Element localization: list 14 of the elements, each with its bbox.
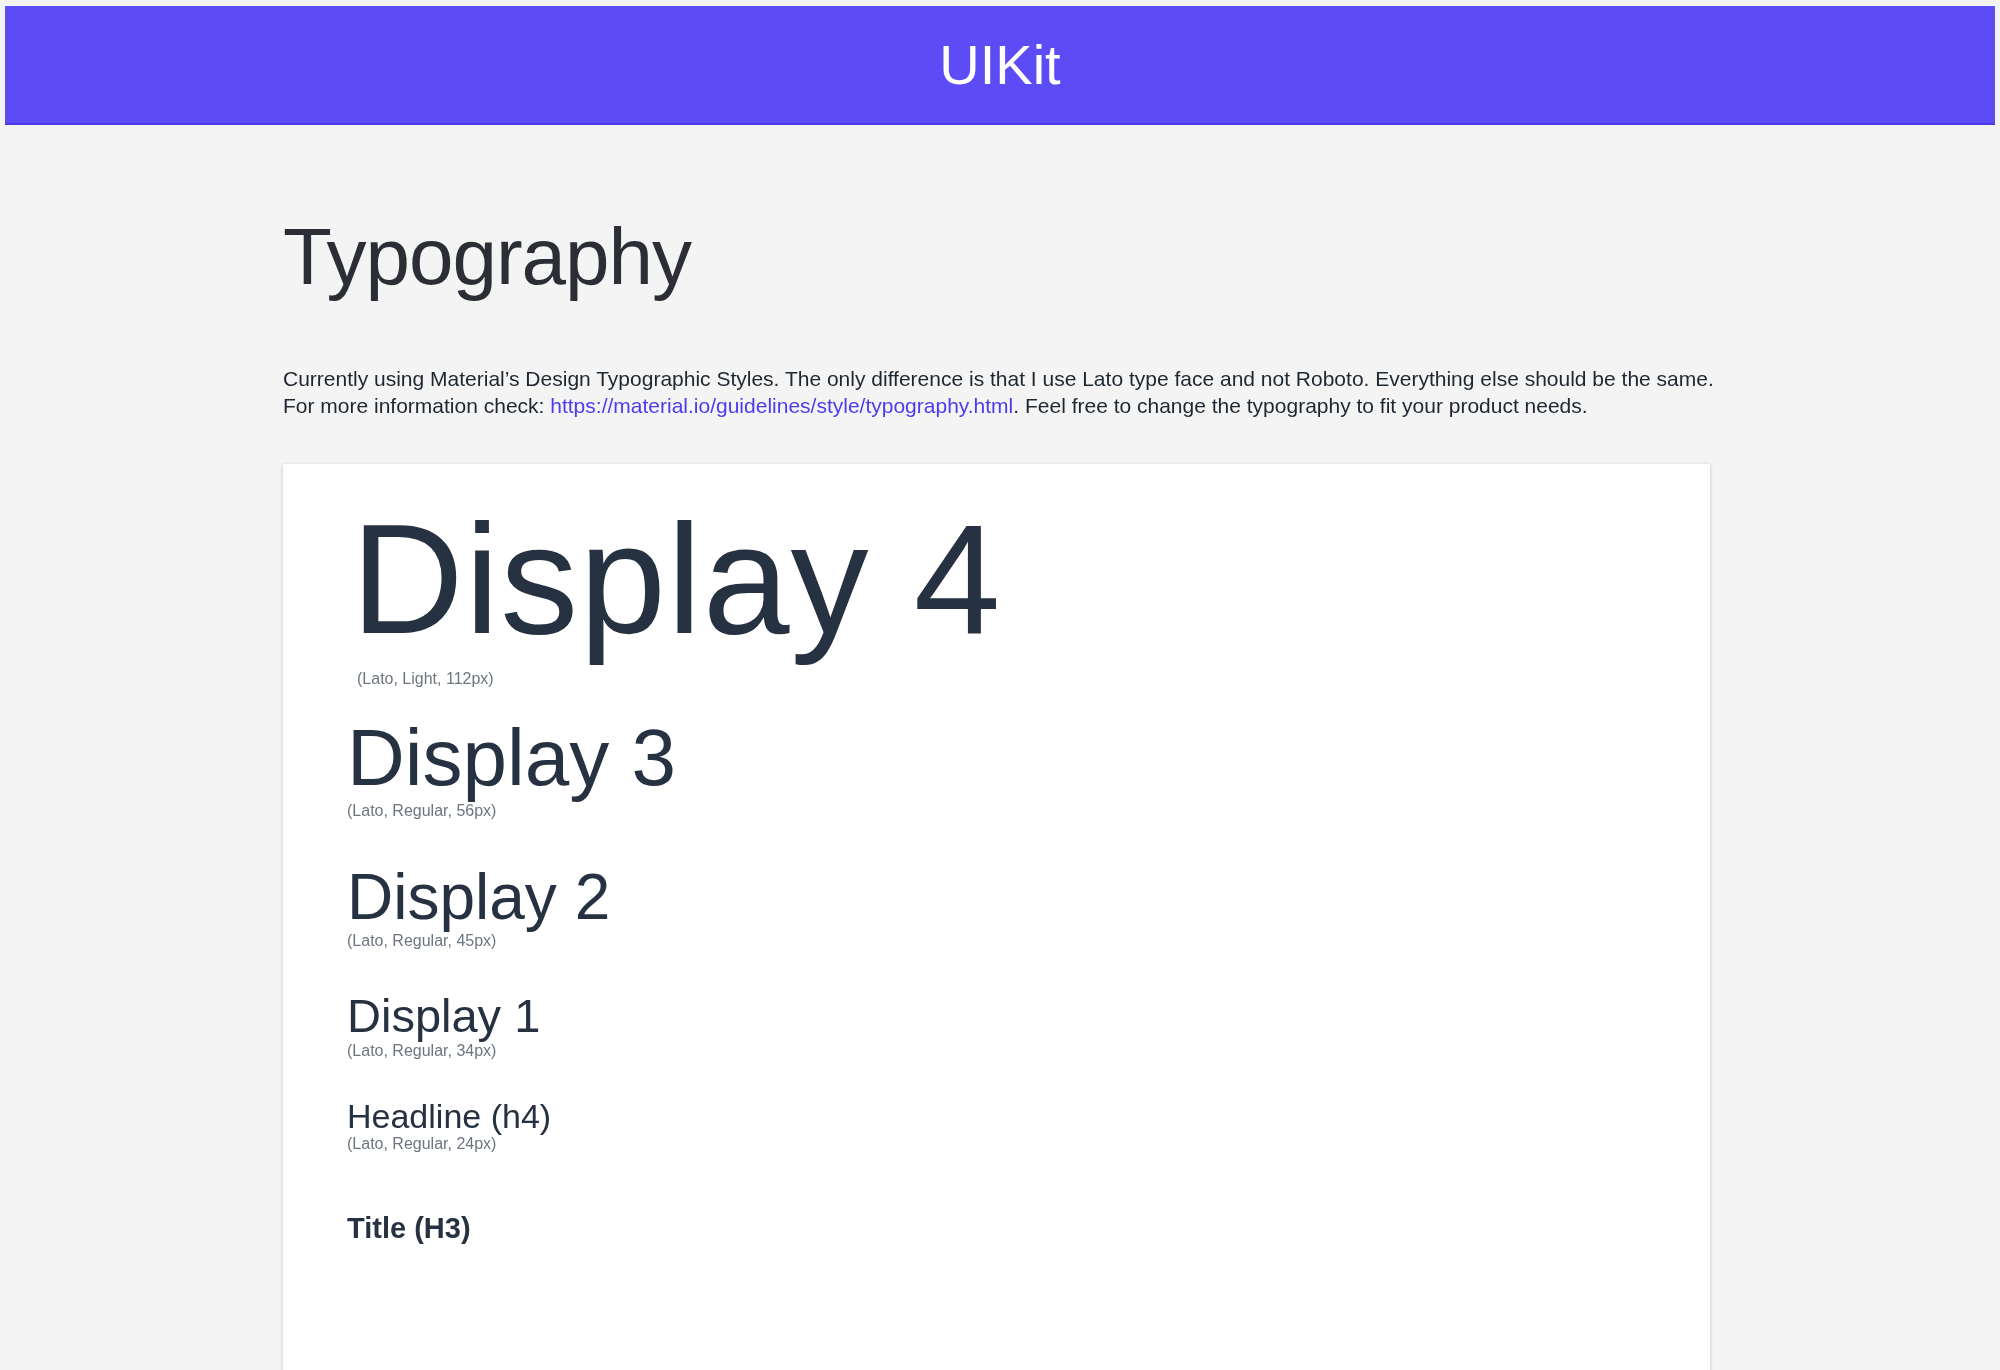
app-title: UIKit — [939, 32, 1061, 97]
sample-caption: (Lato, Regular, 56px) — [347, 801, 497, 820]
sample-caption: (Lato, Regular, 24px) — [347, 1135, 497, 1154]
type-sample: Display 4 — [351, 494, 1002, 666]
type-sample: Display 3 — [347, 713, 677, 802]
type-sample: Display 1 — [347, 990, 541, 1042]
type-sample: Display 2 — [347, 861, 611, 932]
sample-caption: (Lato, Light, 112px) — [357, 669, 494, 688]
type-sample: Headline (h4) — [347, 1097, 552, 1136]
guidelines-link[interactable]: https://material.io/guidelines/style/typography.html — [550, 394, 1014, 417]
sample-caption: (Lato, Regular, 45px) — [347, 932, 497, 950]
sample-caption: (Lato, Regular, 34px) — [347, 1041, 497, 1060]
type-sample: Title (H3) — [347, 1213, 471, 1245]
intro-paragraph: Currently using Material’s Design Typographic Styles. The only difference is that I use Lato type face and not Roboto. Everything else should be the same. For more information check: https://material.io/guidelines/style/typography.html. Feel free to change the typography to fit your product needs. — [283, 366, 1715, 419]
